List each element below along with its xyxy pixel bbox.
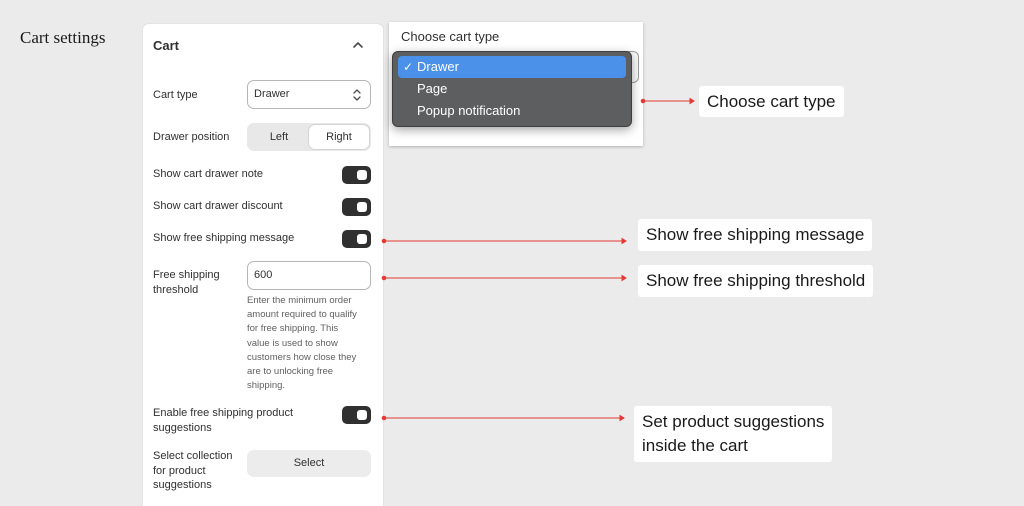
annotation-arrows	[381, 97, 695, 422]
callout-free-shipping-threshold: Show free shipping threshold	[638, 265, 874, 297]
callout-choose-cart-type: Choose cart type	[699, 86, 844, 117]
callout-product-suggestions: Set product suggestions inside the cart	[634, 406, 833, 462]
callout-free-shipping-message: Show free shipping message	[638, 219, 873, 251]
